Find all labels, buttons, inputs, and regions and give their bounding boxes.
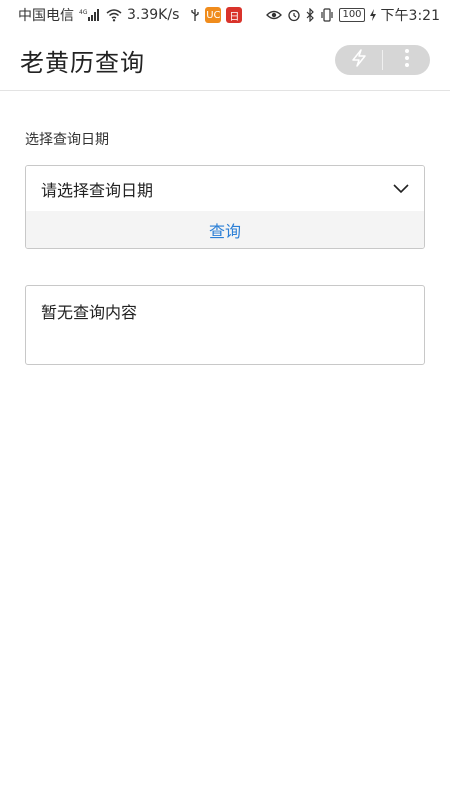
eye-icon [266, 9, 283, 21]
date-section-label: 选择查询日期 [25, 132, 109, 148]
vibrate-icon [320, 8, 334, 22]
status-bar-left: 中国电信 4G 3.39K/s UC 日 [18, 5, 243, 25]
charging-icon [369, 9, 376, 21]
bluetooth-icon [306, 8, 315, 22]
empty-result-text: 暂无查询内容 [41, 303, 138, 322]
svg-text:4G: 4G [79, 9, 88, 16]
usb-icon [190, 8, 200, 22]
lightning-icon [350, 49, 368, 71]
chevron-down-icon [393, 179, 409, 198]
more-vertical-icon [404, 48, 410, 72]
clock-time: 下午3:21 [380, 8, 440, 24]
date-picker-placeholder: 请选择查询日期 [41, 180, 154, 200]
share-button[interactable] [335, 45, 382, 75]
result-card: 暂无查询内容 [25, 285, 425, 365]
wifi-icon [106, 8, 122, 22]
more-button[interactable] [383, 45, 430, 75]
calendar-app-icon: 日 [226, 7, 243, 23]
main-content: 选择查询日期 请选择查询日期 查询 暂无查询内容 [25, 91, 425, 365]
query-button[interactable]: 查询 [26, 211, 424, 248]
signal-icon: 4G [79, 8, 101, 22]
network-speed: 3.39K/s [127, 7, 180, 23]
carrier-label: 中国电信 [18, 8, 74, 24]
status-bar-right: 100 下午3:21 [266, 5, 440, 25]
alarm-icon [287, 8, 301, 22]
date-query-card: 请选择查询日期 查询 [25, 165, 425, 249]
mini-program-capsule [335, 45, 430, 75]
page-title: 老黄历查询 [20, 48, 145, 77]
uc-browser-icon: UC [205, 7, 222, 23]
date-picker[interactable]: 请选择查询日期 [26, 166, 424, 211]
status-bar: 中国电信 4G 3.39K/s UC 日 100 下午3:21 [0, 0, 450, 30]
app-bar: 老黄历查询 [0, 30, 450, 91]
battery-icon: 100 [339, 8, 365, 22]
